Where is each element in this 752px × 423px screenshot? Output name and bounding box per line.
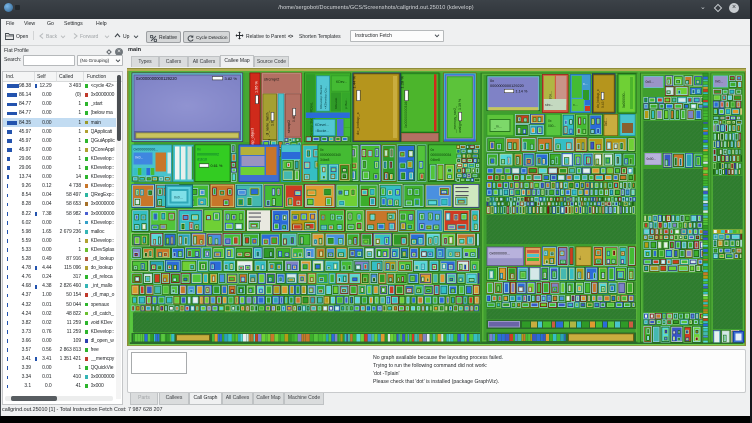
svg-text:0x: 0x <box>431 148 435 152</box>
svg-text:0.61 %: 0.61 % <box>211 164 223 168</box>
svg-text:00000000034: 00000000034 <box>431 153 452 157</box>
svg-text:00000000002: 00000000002 <box>197 153 219 157</box>
svg-text:0x0...: 0x0... <box>174 196 183 200</box>
svg-text:KDevelop::Bucket<KDevL: KDevelop::Bucket<KDevL <box>310 102 314 139</box>
svg-text:0x0...: 0x0... <box>715 80 723 84</box>
svg-text:0x0000000000129220: 0x0000000000129220 <box>136 76 177 81</box>
svg-text:0x0...: 0x0... <box>646 80 654 84</box>
svg-text:0x: 0x <box>320 148 324 152</box>
svg-text:strc...: strc... <box>545 103 553 107</box>
svg-text:d1b10: d1b10 <box>197 158 207 162</box>
svg-text:3.82 %: 3.82 % <box>225 76 238 81</box>
svg-text:34be8: 34be8 <box>320 158 330 162</box>
svg-text:000...: 000... <box>548 124 556 128</box>
svg-text:_m...: _m... <box>493 125 502 129</box>
svg-text:<KDevelop::Qu...: <KDevelop::Qu... <box>324 86 328 109</box>
svg-text:0x000000000...: 0x000000000... <box>134 148 159 152</box>
svg-text:do_lookup_x: do_lookup_x <box>596 89 600 108</box>
svg-text:0x0...: 0x0... <box>604 118 608 126</box>
svg-text:strcmp/2: strcmp/2 <box>264 77 280 82</box>
svg-text:strcmp/2: strcmp/2 <box>287 120 291 133</box>
svg-text:0x00...: 0x00... <box>647 157 657 161</box>
svg-text:0x: 0x <box>548 119 552 123</box>
svg-text:KDevelo: KDevelo <box>334 97 338 109</box>
svg-text:KDevelop::Bucket: KDevelop::Bucket <box>319 85 323 109</box>
svg-text:x...: x... <box>583 82 588 86</box>
svg-text:KDev...: KDev... <box>336 80 347 84</box>
svg-text:0x: 0x <box>490 79 494 83</box>
svg-text:1.14 %: 1.14 % <box>516 90 528 94</box>
svg-text:0000000000129220: 0000000000129220 <box>490 84 524 88</box>
svg-text:x...: x... <box>573 103 578 107</box>
svg-text:04be8: 04be8 <box>431 158 441 162</box>
svg-text:00000000340: 00000000340 <box>320 153 341 157</box>
svg-text:1.44 %: 1.44 % <box>352 76 357 89</box>
svg-text:0x0000000...: 0x0000000... <box>490 252 510 256</box>
svg-text:0x00000000031640: 0x00000000031640 <box>404 98 408 128</box>
svg-text:KDevel...: KDevel... <box>315 123 329 127</box>
svg-text:0x0...: 0x0... <box>135 156 143 160</box>
svg-text:d...: d... <box>578 255 582 260</box>
svg-text:__memcpy_sse2_: __memcpy_sse2_ <box>453 106 457 134</box>
svg-text:0x: 0x <box>197 148 201 152</box>
svg-text:_dl_name_match_: _dl_name_match_ <box>266 111 270 138</box>
svg-text:0x000000...: 0x000000... <box>622 91 626 108</box>
svg-text:do_lookup_x: do_lookup_x <box>355 112 360 135</box>
svg-text:p::Buc...: p::Buc... <box>344 98 348 109</box>
svg-text:::Bucke...: ::Bucke... <box>315 129 329 133</box>
svg-text:1.39 %: 1.39 % <box>458 98 462 110</box>
svg-text:1.96 %: 1.96 % <box>255 81 259 93</box>
svg-text:1.28 %: 1.28 % <box>400 76 405 89</box>
